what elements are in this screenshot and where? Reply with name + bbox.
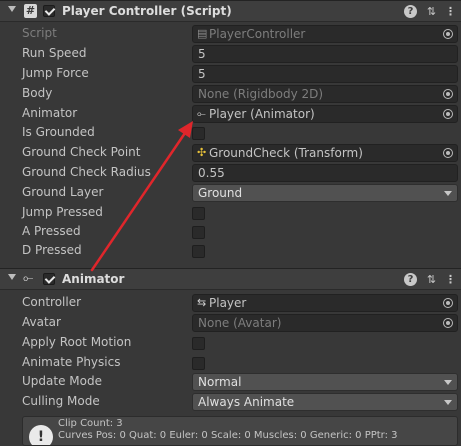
field-label: Run Speed [22, 46, 87, 60]
field-label: Animator [22, 106, 78, 120]
jump-pressed-checkbox[interactable] [192, 207, 205, 220]
controller-row: Controller ⇆ Player [0, 293, 461, 313]
ground-check-point-row: Ground Check Point ✣ GroundCheck (Transf… [0, 143, 461, 163]
component-title: Animator [62, 272, 125, 286]
field-label: Body [22, 86, 53, 100]
animator-icon: ⟜ [197, 107, 206, 120]
enable-checkbox[interactable] [43, 5, 55, 17]
field-label: Animate Physics [22, 355, 121, 369]
object-picker-icon[interactable] [443, 148, 453, 158]
field-label: Script [22, 26, 57, 40]
animator-row: Animator ⟜ Player (Animator) [0, 104, 461, 124]
player-controller-header[interactable]: # Player Controller (Script) ? ⇅ ⋮ [0, 0, 461, 22]
field-value: 5 [198, 67, 206, 81]
animator-controller-icon: ⇆ [197, 296, 207, 309]
run-speed-row: Run Speed 5 [0, 44, 461, 64]
d-pressed-checkbox[interactable] [192, 245, 205, 258]
chevron-down-icon [444, 400, 452, 405]
field-value: Ground [198, 186, 243, 200]
object-picker-icon[interactable] [443, 29, 453, 39]
object-picker-icon[interactable] [443, 298, 453, 308]
animator-icon: ⟜ [23, 271, 34, 286]
field-value: Player (Animator) [209, 107, 315, 121]
apply-root-motion-row: Apply Root Motion [0, 333, 461, 353]
ground-layer-dropdown[interactable]: Ground [192, 184, 458, 202]
is-grounded-row: Is Grounded [0, 123, 461, 143]
hash-script-icon: # [24, 4, 37, 18]
body-object-field[interactable]: None (Rigidbody 2D) [192, 85, 458, 103]
field-label: D Pressed [22, 243, 82, 257]
transform-icon: ✣ [197, 146, 207, 159]
field-label: Culling Mode [22, 394, 100, 408]
field-label: Ground Check Radius [22, 165, 151, 179]
clip-info-box: ! Clip Count: 3 Curves Pos: 0 Quat: 0 Eu… [22, 416, 458, 446]
a-pressed-checkbox[interactable] [192, 226, 205, 239]
script-field[interactable]: ▤ PlayerController [192, 25, 458, 43]
animate-physics-checkbox[interactable] [192, 357, 205, 370]
field-value: None (Rigidbody 2D) [198, 87, 324, 101]
a-pressed-row: A Pressed [0, 222, 461, 242]
field-value: Player [209, 296, 247, 310]
clip-count-text: Clip Count: 3 [58, 418, 123, 429]
run-speed-input[interactable]: 5 [192, 45, 458, 63]
field-label: Ground Check Point [22, 145, 141, 159]
jump-force-input[interactable]: 5 [192, 65, 458, 83]
component-title: Player Controller (Script) [62, 4, 232, 18]
script-file-icon: ▤ [197, 27, 208, 40]
kebab-menu-icon[interactable]: ⋮ [444, 273, 457, 286]
object-picker-icon[interactable] [443, 89, 453, 99]
presets-icon[interactable]: ⇅ [425, 273, 438, 286]
controller-object-field[interactable]: ⇆ Player [192, 294, 458, 312]
avatar-row: Avatar None (Avatar) [0, 313, 461, 333]
animate-physics-row: Animate Physics [0, 353, 461, 373]
animator-object-field[interactable]: ⟜ Player (Animator) [192, 105, 458, 123]
curves-summary-text: Curves Pos: 0 Quat: 0 Euler: 0 Scale: 0 … [58, 430, 398, 441]
body-row: Body None (Rigidbody 2D) [0, 84, 461, 104]
field-label: Controller [22, 295, 82, 309]
field-value: PlayerController [209, 27, 306, 41]
field-label: A Pressed [22, 224, 81, 238]
kebab-menu-icon[interactable]: ⋮ [444, 5, 457, 18]
field-label: Avatar [22, 315, 61, 329]
field-label: Update Mode [22, 374, 102, 388]
chevron-down-icon [444, 380, 452, 385]
enable-checkbox[interactable] [43, 273, 55, 285]
avatar-object-field[interactable]: None (Avatar) [192, 314, 458, 332]
is-grounded-checkbox[interactable] [192, 127, 205, 140]
update-mode-dropdown[interactable]: Normal [192, 373, 458, 391]
field-value: GroundCheck (Transform) [209, 146, 363, 160]
field-value: Normal [198, 375, 242, 389]
d-pressed-row: D Pressed [0, 241, 461, 261]
animator-header[interactable]: ⟜ Animator ? ⇅ ⋮ [0, 268, 461, 290]
info-exclamation-icon: ! [29, 425, 53, 445]
ground-layer-row: Ground Layer Ground [0, 183, 461, 203]
field-label: Jump Force [22, 66, 89, 80]
object-picker-icon[interactable] [443, 318, 453, 328]
script-row: Script ▤ PlayerController [0, 24, 461, 44]
presets-icon[interactable]: ⇅ [425, 5, 438, 18]
object-picker-icon[interactable] [443, 109, 453, 119]
field-label: Apply Root Motion [22, 335, 132, 349]
field-label: Jump Pressed [22, 205, 103, 219]
culling-mode-dropdown[interactable]: Always Animate [192, 393, 458, 411]
chevron-down-icon [444, 191, 452, 196]
jump-pressed-row: Jump Pressed [0, 203, 461, 223]
ground-check-radius-input[interactable]: 0.55 [192, 164, 458, 182]
update-mode-row: Update Mode Normal [0, 372, 461, 392]
foldout-arrow-icon[interactable] [8, 6, 16, 12]
help-icon[interactable]: ? [404, 5, 417, 18]
culling-mode-row: Culling Mode Always Animate [0, 392, 461, 412]
ground-check-radius-row: Ground Check Radius 0.55 [0, 163, 461, 183]
foldout-arrow-icon[interactable] [8, 274, 16, 280]
field-value: 0.55 [198, 166, 225, 180]
ground-check-point-field[interactable]: ✣ GroundCheck (Transform) [192, 144, 458, 162]
jump-force-row: Jump Force 5 [0, 64, 461, 84]
field-value: 5 [198, 47, 206, 61]
apply-root-motion-checkbox[interactable] [192, 337, 205, 350]
field-value: Always Animate [198, 395, 295, 409]
field-value: None (Avatar) [198, 316, 282, 330]
help-icon[interactable]: ? [404, 273, 417, 286]
field-label: Ground Layer [22, 185, 104, 199]
field-label: Is Grounded [22, 125, 95, 139]
